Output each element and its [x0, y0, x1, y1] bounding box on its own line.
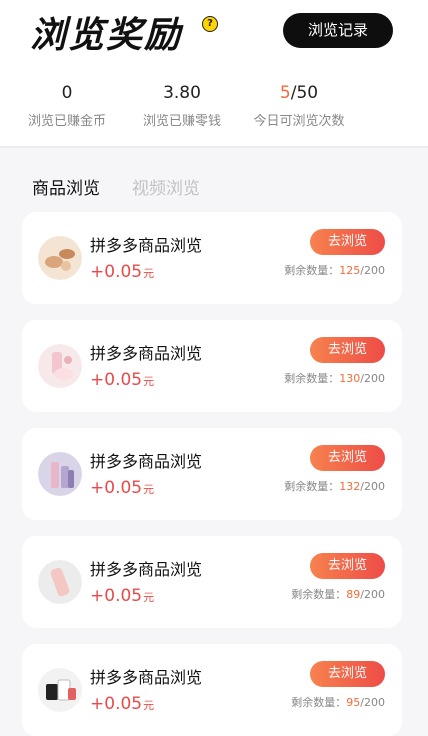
remaining-count: 剩余数量：125/200: [284, 264, 385, 277]
remaining-count: 剩余数量：132/200: [284, 480, 385, 493]
reward-amount: +0.05元: [90, 694, 155, 714]
reward-amount: +0.05元: [90, 370, 155, 390]
remaining-count: 剩余数量：89/200: [291, 588, 385, 601]
stat-views: 5/50 今日可浏览次数: [234, 82, 364, 129]
browse-record-button[interactable]: 浏览记录: [283, 13, 393, 48]
task-title: 拼多多商品浏览: [90, 236, 203, 255]
stat-coins-value: 0: [61, 83, 73, 103]
stat-views-value: 5/50: [234, 82, 364, 104]
task-title: 拼多多商品浏览: [90, 560, 203, 579]
reward-amount: +0.05元: [90, 586, 155, 606]
product-thumbnail: [38, 452, 82, 496]
divider: [0, 146, 428, 148]
remaining-count: 剩余数量：95/200: [291, 696, 385, 709]
go-browse-button[interactable]: 去浏览: [310, 445, 385, 471]
task-card: 拼多多商品浏览 +0.05元 去浏览 剩余数量：130/200: [22, 320, 402, 412]
go-browse-button[interactable]: 去浏览: [310, 661, 385, 687]
stat-coins: 0 浏览已赚金币: [2, 82, 132, 129]
task-title: 拼多多商品浏览: [90, 452, 203, 471]
stat-cash-label: 浏览已赚零钱: [142, 114, 221, 129]
stat-views-used: 5: [279, 83, 291, 103]
go-browse-button[interactable]: 去浏览: [310, 229, 385, 255]
stat-cash-value: 3.80: [163, 83, 201, 103]
task-card: 拼多多商品浏览 +0.05元 去浏览 剩余数量：132/200: [22, 428, 402, 520]
product-thumbnail: [38, 668, 82, 712]
product-thumbnail: [38, 344, 82, 388]
task-title: 拼多多商品浏览: [90, 344, 203, 363]
reward-amount: +0.05元: [90, 478, 155, 498]
tab-video[interactable]: 视频浏览: [132, 174, 200, 199]
product-thumbnail: [38, 236, 82, 280]
go-browse-button[interactable]: 去浏览: [310, 553, 385, 579]
help-icon[interactable]: ?: [202, 16, 218, 32]
page-title: 浏览奖励: [30, 15, 183, 56]
stat-views-label: 今日可浏览次数: [253, 114, 345, 129]
task-card: 拼多多商品浏览 +0.05元 去浏览 剩余数量：125/200: [22, 212, 402, 304]
stat-views-total: /50: [290, 83, 319, 103]
go-browse-button[interactable]: 去浏览: [310, 337, 385, 363]
stat-coins-label: 浏览已赚金币: [27, 114, 106, 129]
task-card: 拼多多商品浏览 +0.05元 去浏览 剩余数量：95/200: [22, 644, 402, 736]
tab-goods[interactable]: 商品浏览: [32, 174, 100, 199]
reward-amount: +0.05元: [90, 262, 155, 282]
stat-cash: 3.80 浏览已赚零钱: [117, 82, 247, 129]
task-title: 拼多多商品浏览: [90, 668, 203, 687]
remaining-count: 剩余数量：130/200: [284, 372, 385, 385]
header: 浏览奖励 ? 浏览记录 0 浏览已赚金币 3.80 浏览已赚零钱 5/50 今日…: [0, 0, 428, 146]
task-card: 拼多多商品浏览 +0.05元 去浏览 剩余数量：89/200: [22, 536, 402, 628]
product-thumbnail: [38, 560, 82, 604]
